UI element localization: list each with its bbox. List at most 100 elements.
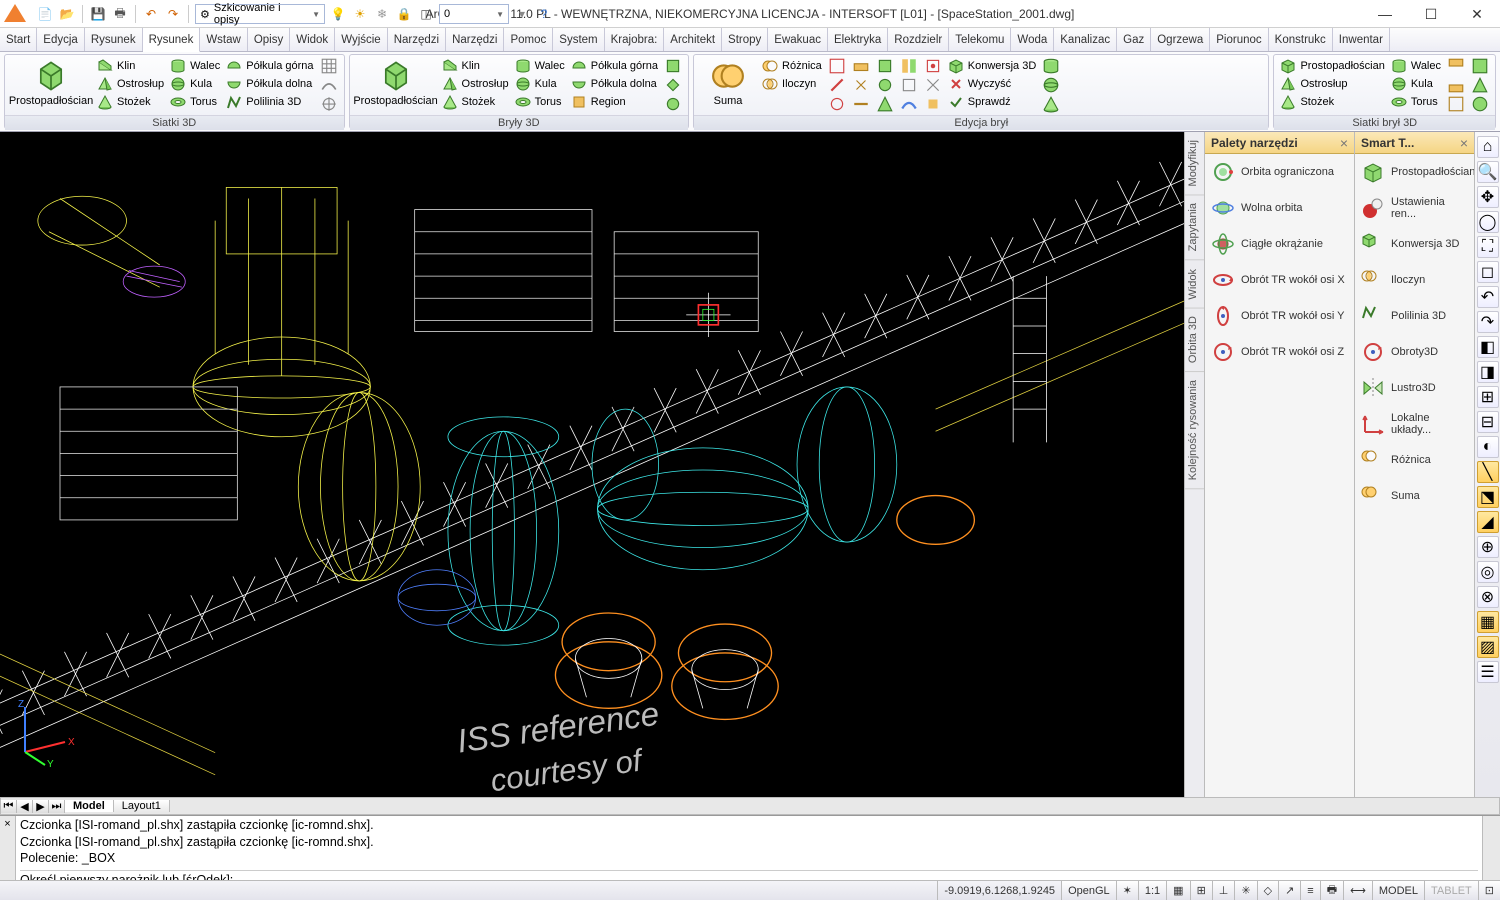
stozek-button[interactable]: Stożek [95, 93, 166, 111]
rt-tool11[interactable]: ⊞ [1477, 386, 1499, 408]
palette2-item-0[interactable]: Prostopadłościan [1355, 154, 1474, 190]
palette2-item-3[interactable]: Iloczyn [1355, 262, 1474, 298]
tab-next-icon[interactable]: ▶ [33, 800, 49, 813]
walec-button[interactable]: Walec [168, 57, 222, 75]
rt-orbit-icon[interactable]: ◯ [1477, 211, 1499, 233]
palette1-item-3[interactable]: Obrót TR wokół osi X [1205, 262, 1354, 298]
rt-window-icon[interactable]: ◻ [1477, 261, 1499, 283]
iloczyn-button[interactable]: Iloczyn [760, 75, 824, 93]
rt-tool16[interactable]: ◢ [1477, 511, 1499, 533]
ostroslup-solid-button[interactable]: Ostrosłup [440, 75, 511, 93]
klin-solid-button[interactable]: Klin [440, 57, 511, 75]
rt-tool15[interactable]: ⬔ [1477, 486, 1499, 508]
qat-print-icon[interactable]: 🖶 [111, 5, 129, 23]
rt-home-icon[interactable]: ⌂ [1477, 136, 1499, 158]
palette1-item-4[interactable]: Obrót TR wokół osi Y [1205, 298, 1354, 334]
cmd-scrollbar[interactable] [1482, 816, 1500, 880]
qat-bulb-icon[interactable]: 💡 [329, 5, 347, 23]
wyczysc-button[interactable]: Wyczyść [946, 75, 1038, 93]
edit-g2-2[interactable] [852, 76, 870, 94]
ribbon-tab-ewakuac[interactable]: Ewakuac [768, 28, 828, 51]
palette2-item-2[interactable]: Konwersja 3D [1355, 226, 1474, 262]
sb-extra-1-icon[interactable] [1447, 57, 1465, 75]
qat-dropdown-icon[interactable]: ▾ [513, 5, 531, 23]
ribbon-tab-narzdzi[interactable]: Narzędzi [388, 28, 446, 51]
ribbon-tab-piorunoc[interactable]: Piorunoc [1210, 28, 1268, 51]
edit-g1-3[interactable] [828, 95, 846, 113]
kula-button[interactable]: Kula [168, 75, 222, 93]
edit-g2-1[interactable] [852, 57, 870, 75]
ribbon-tab-rozdzielr[interactable]: Rozdzielr [888, 28, 949, 51]
status-grid-icon[interactable]: ▦ [1166, 881, 1189, 900]
palette2-item-1[interactable]: Ustawienia ren... [1355, 190, 1474, 226]
sb-extra-4-icon[interactable] [1471, 57, 1489, 75]
qat-freeze-icon[interactable]: ❄ [373, 5, 391, 23]
torus-solid-button[interactable]: Torus [513, 93, 567, 111]
ribbon-tab-gaz[interactable]: Gaz [1117, 28, 1151, 51]
qat-new-icon[interactable]: 📄 [36, 5, 54, 23]
palette1-item-1[interactable]: Wolna orbita [1205, 190, 1354, 226]
tab-prev-icon[interactable]: ◀ [17, 800, 33, 813]
edit-g7-1[interactable] [1042, 57, 1060, 75]
status-compass-icon[interactable]: ✶ [1116, 881, 1138, 900]
command-prompt[interactable]: Określ pierwszy narożnik lub [śrOdek]: [20, 870, 1478, 880]
vtab-zapytania[interactable]: Zapytania [1185, 195, 1204, 260]
rt-tool14[interactable]: ╲ [1477, 461, 1499, 483]
model-tab[interactable]: Model [65, 800, 114, 812]
prostopadloscian-solid-button[interactable]: Prostopadłościan [354, 57, 438, 109]
status-extra-icon[interactable]: ⊡ [1478, 881, 1500, 900]
sb-extra-5-icon[interactable] [1471, 76, 1489, 94]
rt-tool12[interactable]: ⊟ [1477, 411, 1499, 433]
edit-g4-2[interactable] [900, 76, 918, 94]
solid-extra-3-icon[interactable] [664, 95, 682, 113]
ribbon-tab-edycja[interactable]: Edycja [37, 28, 85, 51]
kula-solid-button[interactable]: Kula [513, 75, 567, 93]
ribbon-tab-wstaw[interactable]: Wstaw [200, 28, 248, 51]
vtab-widok[interactable]: Widok [1185, 261, 1204, 309]
edit-g7-3[interactable] [1042, 95, 1060, 113]
ribbon-tab-start[interactable]: Start [0, 28, 37, 51]
polkula-dolna-button[interactable]: Półkula dolna [224, 75, 315, 93]
walec-solid-button[interactable]: Walec [513, 57, 567, 75]
prostopadloscian-button[interactable]: Prostopadłościan [9, 57, 93, 109]
rt-tool9[interactable]: ◧ [1477, 336, 1499, 358]
vtab-orbita3d[interactable]: Orbita 3D [1185, 308, 1204, 372]
status-scale[interactable]: 1:1 [1138, 881, 1166, 900]
qat-lock-icon[interactable]: 🔒 [395, 5, 413, 23]
status-polar-icon[interactable]: ✳ [1234, 881, 1256, 900]
ribbon-tab-rysunek[interactable]: Rysunek [85, 28, 143, 51]
rt-prev-icon[interactable]: ↶ [1477, 286, 1499, 308]
cmd-close-icon[interactable]: × [0, 816, 16, 880]
edit-g1-2[interactable] [828, 76, 846, 94]
sb-prostopadloscian-button[interactable]: Prostopadłościan [1278, 57, 1386, 75]
ribbon-tab-architekt[interactable]: Architekt [664, 28, 722, 51]
sb-extra-3-icon[interactable] [1447, 95, 1465, 113]
status-lwt-icon[interactable]: ≡ [1300, 881, 1319, 900]
ribbon-tab-narzdzi[interactable]: Narzędzi [446, 28, 504, 51]
palette2-item-8[interactable]: Różnica [1355, 442, 1474, 478]
edit-g3-3[interactable] [876, 95, 894, 113]
edit-g4-1[interactable] [900, 57, 918, 75]
palette1-item-2[interactable]: Ciągłe okrążanie [1205, 226, 1354, 262]
ribbon-tab-kanalizac[interactable]: Kanalizac [1054, 28, 1117, 51]
edit-g7-2[interactable] [1042, 76, 1060, 94]
rt-tool20[interactable]: ▦ [1477, 611, 1499, 633]
qat-save-icon[interactable]: 💾 [89, 5, 107, 23]
status-plot-icon[interactable]: 🖶 [1320, 881, 1343, 900]
rt-tool17[interactable]: ⊕ [1477, 536, 1499, 558]
stozek-solid-button[interactable]: Stożek [440, 93, 511, 111]
sb-torus-button[interactable]: Torus [1389, 93, 1443, 111]
solid-extra-2-icon[interactable] [664, 76, 682, 94]
ribbon-tab-rysunek[interactable]: Rysunek [143, 28, 201, 52]
sprawdz-button[interactable]: Sprawdź [946, 93, 1038, 111]
qat-open-icon[interactable]: 📂 [58, 5, 76, 23]
ribbon-tab-elektryka[interactable]: Elektryka [828, 28, 888, 51]
status-osnap-icon[interactable]: ◇ [1257, 881, 1278, 900]
palette1-item-0[interactable]: Orbita ograniczona [1205, 154, 1354, 190]
qat-redo-icon[interactable]: ↷ [164, 5, 182, 23]
ribbon-tab-telekomu[interactable]: Telekomu [949, 28, 1011, 51]
ribbon-tab-widok[interactable]: Widok [290, 28, 335, 51]
ribbon-tab-ogrzewa[interactable]: Ogrzewa [1151, 28, 1210, 51]
edit-g5-3[interactable] [924, 95, 942, 113]
palette2-item-9[interactable]: Suma [1355, 478, 1474, 514]
